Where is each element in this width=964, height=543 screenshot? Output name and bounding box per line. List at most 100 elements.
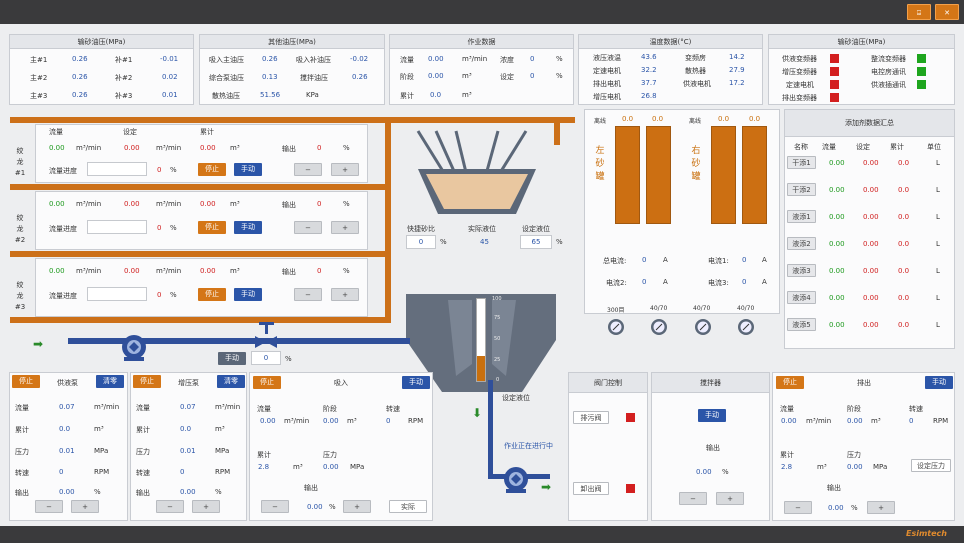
- column-header: 流量: [822, 143, 836, 151]
- unit: m³: [462, 72, 472, 80]
- additive-name-button[interactable]: 干添2: [787, 183, 816, 196]
- mixer-plus-button[interactable]: +: [716, 492, 744, 505]
- suction-manual-button[interactable]: 手动: [402, 376, 430, 389]
- value: 0.0: [59, 425, 71, 433]
- unit: %: [343, 267, 350, 275]
- unit: m³/min: [156, 267, 182, 275]
- label: 流量: [49, 128, 63, 136]
- unit: L: [936, 294, 940, 302]
- gauge-label: 40/70: [693, 305, 711, 312]
- mixer-minus-button[interactable]: −: [679, 492, 707, 505]
- label: 输出: [282, 201, 296, 209]
- boost-clear-button[interactable]: 清零: [217, 375, 245, 388]
- label: 流量进度: [49, 225, 77, 233]
- label: 定速电机: [786, 81, 814, 89]
- label-char: 绞: [16, 214, 24, 222]
- close-icon: ✕: [944, 9, 950, 17]
- gauge-icon: [695, 319, 711, 335]
- tank-value: 0.0: [718, 115, 730, 123]
- discharge-plus-button[interactable]: +: [867, 501, 895, 514]
- left-tank-1: [615, 126, 640, 224]
- run-status: 作业正在进行中: [504, 442, 553, 450]
- panel-title: 搅拌器: [652, 373, 769, 393]
- label: 吸入主油压: [209, 56, 244, 64]
- additive-name-button[interactable]: 液添3: [787, 264, 816, 277]
- boost-minus-button[interactable]: −: [156, 500, 184, 513]
- supply-plus-button[interactable]: +: [71, 500, 99, 513]
- set-value: 0.00: [124, 200, 140, 208]
- auger-plus-button[interactable]: +: [331, 221, 359, 234]
- tank-value: 0.0: [622, 115, 634, 123]
- exit-button[interactable]: ⍈: [907, 4, 931, 20]
- value: 2.8: [781, 463, 793, 471]
- label-char: 龙: [16, 292, 24, 300]
- auger-minus-button[interactable]: −: [294, 288, 322, 301]
- supply-clear-button[interactable]: 清零: [96, 375, 124, 388]
- label-char: 左: [595, 146, 605, 156]
- mixer-manual-button[interactable]: 手动: [698, 409, 726, 422]
- auger-stop-button[interactable]: 停止: [198, 221, 226, 234]
- value: 0.00: [428, 55, 444, 63]
- set-pressure-button[interactable]: 设定压力: [911, 459, 951, 472]
- offline-label: 离线: [594, 118, 607, 125]
- additive-name-button[interactable]: 液添5: [787, 318, 816, 331]
- label: 总电流:: [603, 257, 627, 265]
- suction-stop-button[interactable]: 停止: [253, 376, 281, 389]
- boost-plus-button[interactable]: +: [192, 500, 220, 513]
- suction-minus-button[interactable]: −: [261, 500, 289, 513]
- valve-manual-button[interactable]: 手动: [218, 352, 246, 365]
- fast-ratio-input[interactable]: 0: [406, 235, 436, 249]
- auger-minus-button[interactable]: −: [294, 163, 322, 176]
- panel-title: 添加剂数据汇总: [785, 110, 954, 137]
- unit: %: [343, 144, 350, 152]
- label: 转速: [15, 469, 29, 477]
- auger-manual-button[interactable]: 手动: [234, 288, 262, 301]
- auger-stop-button[interactable]: 停止: [198, 288, 226, 301]
- additive-name-button[interactable]: 液添2: [787, 237, 816, 250]
- additive-name-button[interactable]: 干添1: [787, 156, 816, 169]
- label-char: 罐: [595, 172, 605, 182]
- set-level-input[interactable]: 65: [520, 235, 552, 249]
- value: 0.07: [180, 403, 196, 411]
- auger-manual-button[interactable]: 手动: [234, 163, 262, 176]
- unit: A: [663, 278, 668, 286]
- status-led: [830, 93, 839, 102]
- additive-name-button[interactable]: 液添4: [787, 291, 816, 304]
- unit: m³/min: [76, 267, 102, 275]
- unit: MPa: [94, 447, 109, 455]
- auger-pipe-2: [10, 251, 388, 257]
- auger-plus-button[interactable]: +: [331, 163, 359, 176]
- valve-value-input[interactable]: 0: [251, 351, 281, 365]
- label: 定速电机: [593, 67, 621, 75]
- status-led: [917, 54, 926, 63]
- suction-real-button[interactable]: 实际: [389, 500, 427, 513]
- auger-stop-button[interactable]: 停止: [198, 163, 226, 176]
- close-button[interactable]: ✕: [935, 4, 959, 20]
- value: 0: [742, 256, 747, 264]
- acc-value: 0.00: [200, 267, 216, 275]
- auger-plus-button[interactable]: +: [331, 288, 359, 301]
- drain-valve-button[interactable]: 排污阀: [573, 411, 609, 424]
- boost-stop-button[interactable]: 停止: [133, 375, 161, 388]
- unload-valve-led: [626, 484, 635, 493]
- label: 累计: [136, 426, 150, 434]
- flow-value: 0.00: [829, 294, 845, 302]
- discharge-manual-button[interactable]: 手动: [925, 376, 953, 389]
- additive-name-button[interactable]: 液添1: [787, 210, 816, 223]
- discharge-stop-button[interactable]: 停止: [776, 376, 804, 389]
- auger-manual-button[interactable]: 手动: [234, 221, 262, 234]
- other-pressure-panel: 其他油压(MPa) 吸入主油压 0.26 吸入补油压 -0.02 综合泵油压 0.13 搅…: [199, 34, 385, 105]
- value: 0.00: [307, 503, 323, 511]
- supply-stop-button[interactable]: 停止: [12, 375, 40, 388]
- panel-title: 输砂油压(MPa): [10, 35, 193, 49]
- valve-control-panel: 阀门控制 排污阀 卸出阀: [568, 372, 648, 521]
- supply-minus-button[interactable]: −: [35, 500, 63, 513]
- temperature-panel: 温度数据(°C) 液压液温 43.6 变频房 14.2 定速电机 32.2 散热器 27.9…: [578, 34, 763, 105]
- value: 14.2: [729, 53, 745, 61]
- acc-value: 0.0: [898, 159, 910, 167]
- suction-plus-button[interactable]: +: [343, 500, 371, 513]
- unload-valve-button[interactable]: 卸出阀: [573, 482, 609, 495]
- auger-minus-button[interactable]: −: [294, 221, 322, 234]
- unit: %: [170, 291, 177, 299]
- discharge-minus-button[interactable]: −: [784, 501, 812, 514]
